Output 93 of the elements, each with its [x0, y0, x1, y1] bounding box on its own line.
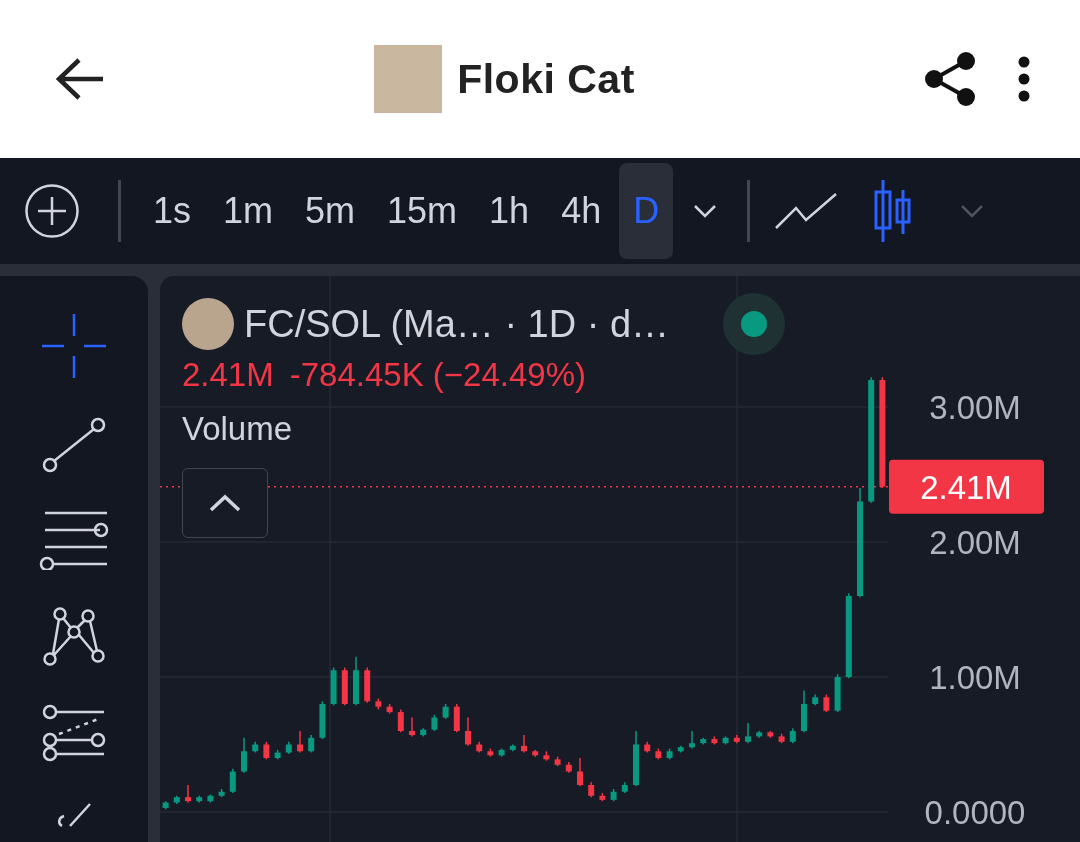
candle: [409, 716, 415, 738]
candle: [173, 795, 180, 805]
pattern-icon[interactable]: [42, 606, 106, 668]
back-button[interactable]: [55, 57, 105, 101]
interval-dropdown-caret-icon[interactable]: [693, 204, 718, 218]
line-chart-icon[interactable]: [774, 191, 839, 231]
candle: [207, 793, 214, 804]
candle: [431, 714, 438, 732]
last-price: 2.41M: [182, 356, 274, 394]
collapse-button[interactable]: [182, 468, 268, 538]
candle: [386, 703, 393, 715]
candle: [577, 757, 583, 788]
candle: [420, 727, 427, 738]
candle: [722, 735, 729, 746]
candle: [274, 749, 281, 761]
candle: [745, 722, 751, 744]
candle: [677, 745, 684, 754]
ref-line-label: 2.41M: [920, 468, 1012, 506]
candle: [308, 734, 315, 754]
candle: [711, 735, 718, 746]
candle: [364, 666, 371, 704]
candle: [834, 673, 841, 713]
candle: [599, 792, 606, 802]
candle: [465, 716, 471, 747]
candle: [621, 781, 628, 794]
last-price-tag: 2.41M: [889, 459, 1044, 514]
candle: [375, 697, 382, 711]
candle: [633, 730, 639, 788]
candle: [297, 730, 303, 754]
candle: [218, 788, 225, 798]
candle: [532, 749, 539, 758]
candle: [756, 730, 763, 739]
interval-tab[interactable]: 1m: [209, 163, 288, 259]
price-change: -784.45K (−24.49%): [289, 356, 586, 394]
candle: [498, 747, 505, 758]
caret-up-icon: [209, 494, 241, 512]
candle: [229, 768, 236, 794]
interval-tab[interactable]: 4h: [547, 163, 616, 259]
candle: [185, 784, 191, 804]
interval-tab[interactable]: 15m: [373, 163, 472, 259]
candle: [689, 730, 695, 750]
candle: [263, 741, 270, 761]
crosshair-icon[interactable]: [40, 312, 108, 380]
candle: [801, 689, 807, 734]
projection-lines-icon[interactable]: [41, 704, 107, 762]
candle: [442, 703, 449, 720]
candle: [655, 747, 662, 761]
candle: [812, 693, 819, 707]
candle: [521, 734, 527, 754]
axis-label: 0.0000: [924, 794, 1026, 831]
candle: [330, 666, 337, 707]
candle: [823, 693, 830, 713]
candle: [778, 732, 785, 744]
candle: [397, 708, 404, 734]
interval-tab[interactable]: 1h: [475, 163, 544, 259]
horizontal-lines-icon[interactable]: [39, 510, 109, 570]
candle: [487, 747, 494, 758]
axis-label: 2.00M: [929, 524, 1021, 561]
candle: [241, 737, 247, 774]
axis-label: 3.00M: [929, 389, 1021, 426]
candle: [543, 750, 550, 762]
candle: [341, 666, 348, 707]
candle: [509, 743, 516, 752]
candle: [733, 734, 740, 744]
candle: [162, 800, 169, 811]
avatar-placeholder: [374, 45, 443, 113]
share-button[interactable]: [924, 51, 978, 107]
candle: [554, 755, 561, 767]
axis-label: 1.00M: [929, 659, 1021, 696]
candle: [252, 741, 259, 754]
candle: [285, 741, 292, 755]
candle: [196, 795, 203, 804]
candle: [610, 788, 617, 802]
candle: [476, 741, 483, 754]
candle: [565, 761, 572, 774]
candle: [700, 737, 707, 746]
more-menu-button[interactable]: [1018, 56, 1030, 102]
add-button[interactable]: [24, 183, 80, 239]
candle: [644, 741, 651, 754]
candle: [789, 727, 796, 744]
candle: [453, 703, 460, 734]
avatar-placeholder: [182, 298, 234, 350]
candle: [588, 781, 595, 798]
token-title: Floki Cat: [457, 55, 635, 103]
indicator-label: Volume: [182, 410, 293, 448]
candle: [767, 730, 774, 739]
candle: [319, 700, 326, 740]
trend-line-icon[interactable]: [41, 416, 107, 474]
symbol-title: FC/SOL (Ma… · 1D · d…: [244, 302, 670, 346]
candle: [666, 747, 673, 761]
interval-tab[interactable]: 5m: [291, 163, 370, 259]
candle: [353, 656, 359, 707]
interval-tab[interactable]: 1s: [139, 163, 206, 259]
